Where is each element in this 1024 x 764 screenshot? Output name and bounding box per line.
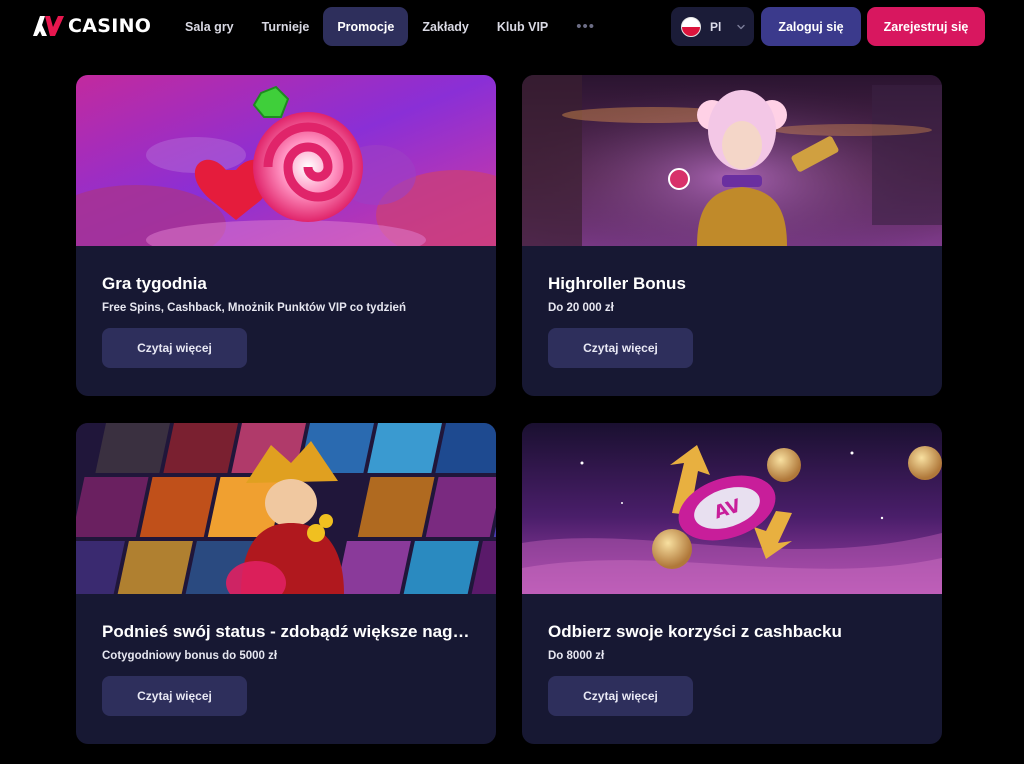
game-collage-jester-image: [76, 423, 496, 594]
promo-card-cashback[interactable]: AV Odbierz swoje korzyści z cashbacku Do…: [522, 423, 942, 744]
language-selector[interactable]: Pl: [671, 7, 754, 46]
promo-card-vip-status[interactable]: Podnieś swój status - zdobądź większe na…: [76, 423, 496, 744]
read-more-button[interactable]: Czytaj więcej: [548, 328, 693, 368]
login-button[interactable]: Zaloguj się: [761, 7, 861, 46]
promo-subtitle: Do 8000 zł: [548, 650, 605, 662]
promo-card-body: Highroller Bonus Do 20 000 zł Czytaj wię…: [522, 246, 942, 396]
promo-card-highroller-bonus[interactable]: Highroller Bonus Do 20 000 zł Czytaj wię…: [522, 75, 942, 396]
nav-item-sala-gry[interactable]: Sala gry: [171, 7, 248, 46]
nav-item-turnieje[interactable]: Turnieje: [248, 7, 324, 46]
chevron-down-icon: [737, 24, 746, 29]
language-code: Pl: [710, 19, 722, 34]
read-more-button[interactable]: Czytaj więcej: [548, 676, 693, 716]
nav-item-zaklady[interactable]: Zakłady: [408, 7, 483, 46]
read-more-button[interactable]: Czytaj więcej: [102, 328, 247, 368]
candy-lollipop-image: [76, 75, 496, 246]
site-logo[interactable]: CASINO: [33, 14, 151, 38]
logo-text: CASINO: [68, 15, 152, 37]
promo-title: Odbierz swoje korzyści z cashbacku: [548, 622, 842, 641]
promo-card-body: Odbierz swoje korzyści z cashbacku Do 80…: [522, 594, 942, 744]
promo-card-body: Podnieś swój status - zdobądź większe na…: [76, 594, 496, 744]
promo-title: Podnieś swój status - zdobądź większe na…: [102, 622, 470, 641]
promo-card-gra-tygodnia[interactable]: Gra tygodnia Free Spins, Cashback, Mnożn…: [76, 75, 496, 396]
promo-subtitle: Do 20 000 zł: [548, 302, 614, 314]
av-logo-icon: [33, 16, 64, 36]
more-menu-icon[interactable]: •••: [562, 7, 609, 46]
promo-title: Gra tygodnia: [102, 274, 207, 293]
casino-chip-coins-image: AV: [522, 423, 942, 594]
nav-item-promocje[interactable]: Promocje: [323, 7, 409, 46]
read-more-button[interactable]: Czytaj więcej: [102, 676, 247, 716]
register-button[interactable]: Zarejestruj się: [867, 7, 985, 46]
promo-title: Highroller Bonus: [548, 274, 686, 293]
poland-flag-icon: [681, 16, 701, 37]
vip-clown-girl-image: [522, 75, 942, 246]
top-navigation-bar: CASINO Sala gry Turnieje Promocje Zakład…: [0, 0, 1024, 52]
nav-item-klub-vip[interactable]: Klub VIP: [483, 7, 562, 46]
promo-subtitle: Free Spins, Cashback, Mnożnik Punktów VI…: [102, 302, 406, 314]
promo-subtitle: Cotygodniowy bonus do 5000 zł: [102, 650, 278, 662]
main-nav: Sala gry Turnieje Promocje Zakłady Klub …: [171, 7, 609, 46]
promo-card-body: Gra tygodnia Free Spins, Cashback, Mnożn…: [76, 246, 496, 396]
